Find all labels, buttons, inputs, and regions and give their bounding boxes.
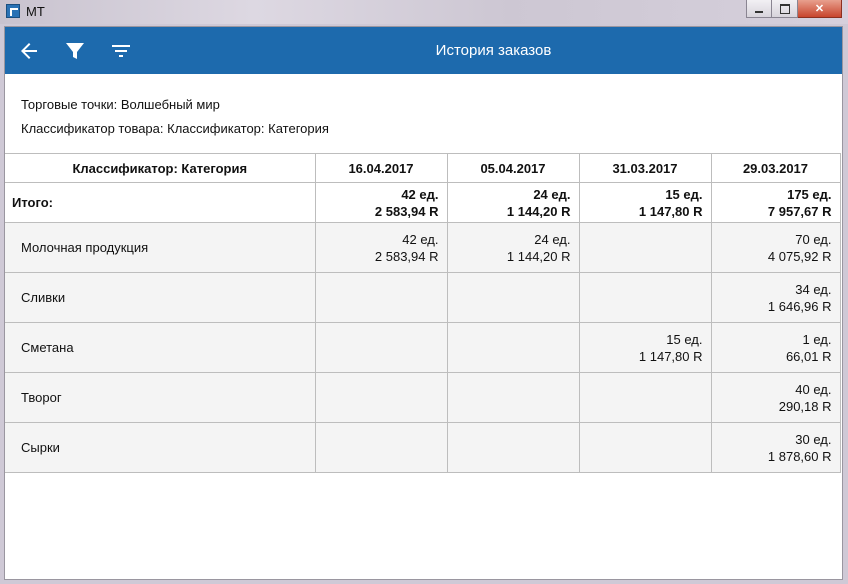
column-header-category[interactable]: Классификатор: Категория <box>5 153 316 183</box>
table-row[interactable]: Сливки 34 ед. 1 646,96 R <box>5 272 841 323</box>
qty: 42 ед. <box>401 186 439 202</box>
qty: 42 ед. <box>402 231 439 247</box>
window-titlebar: МТ ✕ <box>0 0 848 24</box>
column-header-date[interactable]: 05.04.2017 <box>446 153 580 183</box>
qty: 24 ед. <box>533 186 571 202</box>
category-label: Творог <box>5 372 316 423</box>
app-window: История заказов Торговые точки: Волшебны… <box>4 26 843 580</box>
table-row[interactable]: Творог 40 ед. 290,18 R <box>5 372 841 423</box>
qty: 30 ед. <box>795 431 832 447</box>
qty: 40 ед. <box>795 381 832 397</box>
qty: 15 ед. <box>666 331 703 347</box>
total-cell: 42 ед. 2 583,94 R <box>314 182 448 223</box>
table-cell <box>314 422 448 473</box>
minimize-button[interactable] <box>746 0 772 18</box>
table-cell: 34 ед. 1 646,96 R <box>710 272 841 323</box>
qty: 70 ед. <box>795 231 832 247</box>
table-cell <box>314 372 448 423</box>
close-button[interactable]: ✕ <box>798 0 842 18</box>
sum: 290,18 R <box>778 398 832 414</box>
sum: 2 583,94 R <box>374 248 439 264</box>
maximize-icon <box>779 3 790 14</box>
classifier-text: Классификатор товара: Классификатор: Кат… <box>21 121 329 136</box>
window-title: МТ <box>26 4 45 19</box>
sum: 66,01 R <box>785 348 832 364</box>
category-label: Сметана <box>5 322 316 373</box>
trade-points-text: Торговые точки: Волшебный мир <box>21 97 220 112</box>
table-cell <box>446 322 580 373</box>
page-title: История заказов <box>435 42 552 59</box>
sum: 1 147,80 R <box>638 348 703 364</box>
table-cell <box>578 372 712 423</box>
app-icon <box>6 4 20 18</box>
total-cell: 175 ед. 7 957,67 R <box>710 182 841 223</box>
table-row[interactable]: Молочная продукция 42 ед. 2 583,94 R 24 е… <box>5 222 841 273</box>
sum: 1 144,20 R <box>506 248 571 264</box>
sum: 7 957,67 R <box>767 203 832 219</box>
table-cell: 1 ед. 66,01 R <box>710 322 841 373</box>
qty: 15 ед. <box>665 186 703 202</box>
close-icon: ✕ <box>814 3 825 15</box>
maximize-button[interactable] <box>772 0 798 18</box>
category-label: Сливки <box>5 272 316 323</box>
table-cell: 70 ед. 4 075,92 R <box>710 222 841 273</box>
table-cell <box>446 272 580 323</box>
sum: 1 646,96 R <box>767 298 832 314</box>
table-cell: 40 ед. 290,18 R <box>710 372 841 423</box>
filter-summary: Торговые точки: Волшебный мир Классифика… <box>21 97 329 145</box>
column-header-date[interactable]: 29.03.2017 <box>710 153 841 183</box>
window-controls: ✕ <box>746 0 842 18</box>
table-cell: 42 ед. 2 583,94 R <box>314 222 448 273</box>
table-header-row: Классификатор: Категория 16.04.2017 05.0… <box>5 153 841 183</box>
qty: 24 ед. <box>534 231 571 247</box>
sum: 2 583,94 R <box>374 203 439 219</box>
table-cell <box>578 422 712 473</box>
total-cell: 15 ед. 1 147,80 R <box>578 182 712 223</box>
category-label: Молочная продукция <box>5 222 316 273</box>
minimize-icon <box>755 10 763 13</box>
total-cell: 24 ед. 1 144,20 R <box>446 182 580 223</box>
total-label: Итого: <box>5 182 316 223</box>
column-header-date[interactable]: 16.04.2017 <box>314 153 448 183</box>
sum: 1 878,60 R <box>767 448 832 464</box>
total-row: Итого: 42 ед. 2 583,94 R 24 ед. 1 144,20 R… <box>5 182 841 223</box>
table-cell <box>314 272 448 323</box>
table-row[interactable]: Сметана 15 ед. 1 147,80 R 1 ед. 66,01 R <box>5 322 841 373</box>
app-bar: История заказов <box>5 27 842 74</box>
table-cell <box>446 372 580 423</box>
table-cell: 30 ед. 1 878,60 R <box>710 422 841 473</box>
table-cell <box>446 422 580 473</box>
sum: 1 147,80 R <box>638 203 703 219</box>
sum: 1 144,20 R <box>506 203 571 219</box>
orders-table: Классификатор: Категория 16.04.2017 05.0… <box>5 153 841 473</box>
table-cell: 15 ед. 1 147,80 R <box>578 322 712 373</box>
table-row[interactable]: Сырки 30 ед. 1 878,60 R <box>5 422 841 473</box>
sum: 4 075,92 R <box>767 248 832 264</box>
table-cell <box>314 322 448 373</box>
table-cell: 24 ед. 1 144,20 R <box>446 222 580 273</box>
qty: 1 ед. <box>802 331 832 347</box>
category-label: Сырки <box>5 422 316 473</box>
qty: 175 ед. <box>787 186 832 202</box>
qty: 34 ед. <box>795 281 832 297</box>
table-cell <box>578 272 712 323</box>
column-header-date[interactable]: 31.03.2017 <box>578 153 712 183</box>
table-cell <box>578 222 712 273</box>
